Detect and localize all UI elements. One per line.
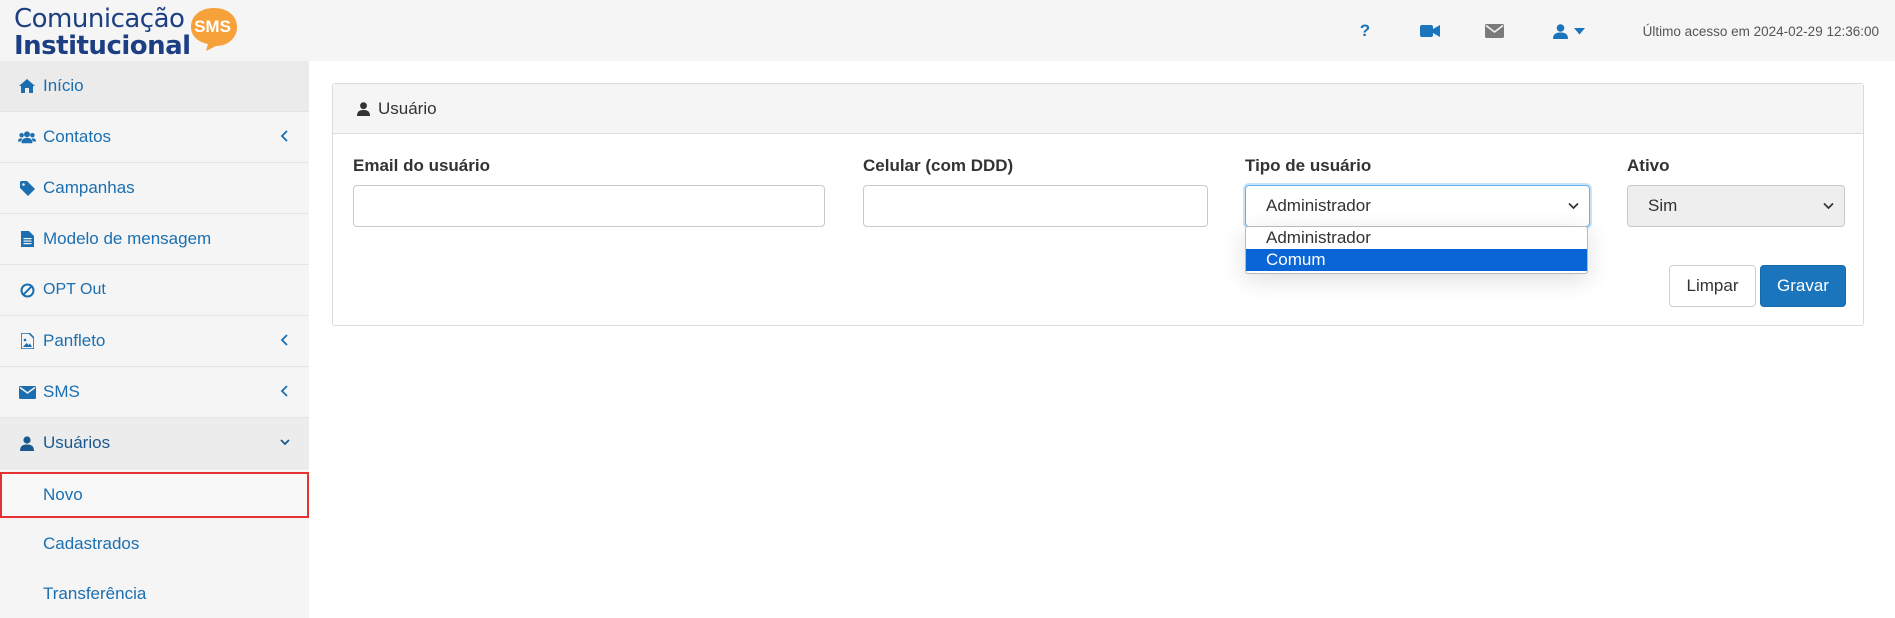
- sidebar-subitem-transferencia[interactable]: Transferência: [0, 571, 309, 617]
- sidebar-item-inicio[interactable]: Início: [0, 61, 309, 112]
- active-label: Ativo: [1627, 156, 1670, 175]
- users-icon: [18, 128, 36, 146]
- save-button[interactable]: Gravar: [1760, 265, 1846, 307]
- panel-title: Usuário: [378, 98, 437, 118]
- sidebar-item-modelo-de-mensagem[interactable]: Modelo de mensagem: [0, 214, 309, 265]
- file-text-icon: [18, 230, 36, 248]
- active-select[interactable]: Sim: [1627, 185, 1845, 227]
- phone-field[interactable]: [863, 185, 1208, 227]
- user-type-value: Administrador: [1266, 196, 1371, 215]
- video-button[interactable]: [1419, 20, 1441, 42]
- envelope-icon: [1484, 24, 1504, 38]
- ban-icon: [18, 281, 36, 299]
- chevron-left-icon: [280, 130, 288, 142]
- sidebar-item-usuarios[interactable]: Usuários: [0, 418, 309, 469]
- user-icon: [357, 101, 370, 116]
- user-type-option-comum[interactable]: Comum: [1246, 249, 1587, 271]
- sidebar-subitem-cadastrados[interactable]: Cadastrados: [0, 521, 309, 567]
- active-value: Sim: [1648, 196, 1678, 215]
- sidebar-item-label: Modelo de mensagem: [43, 229, 212, 248]
- sidebar-item-panfleto[interactable]: Panfleto: [0, 316, 309, 367]
- user-icon: [18, 434, 36, 452]
- logo-badge-text: SMS: [194, 17, 231, 36]
- sidebar-item-sms[interactable]: SMS: [0, 367, 309, 418]
- panel-header: Usuário: [333, 84, 1863, 134]
- sidebar-item-label: SMS: [43, 382, 80, 401]
- tag-icon: [18, 179, 36, 197]
- sidebar-item-opt-out[interactable]: OPT Out: [0, 265, 309, 316]
- sidebar-item-label: Usuários: [43, 433, 111, 452]
- user-icon: [1553, 23, 1568, 39]
- user-menu-button[interactable]: [1550, 20, 1588, 42]
- logo-text-line1: Comunicação: [14, 4, 185, 34]
- sidebar-subitem-novo[interactable]: Novo: [0, 472, 309, 518]
- chevron-down-icon: [280, 439, 290, 446]
- messages-button[interactable]: [1483, 20, 1505, 42]
- user-type-dropdown: Administrador Comum: [1245, 226, 1588, 274]
- question-icon: ?: [1359, 21, 1371, 40]
- sidebar-item-campanhas[interactable]: Campanhas: [0, 163, 309, 214]
- caret-down-icon: [1574, 27, 1585, 34]
- top-bar: Comunicação Institucional SMS ? Último a…: [0, 0, 1895, 61]
- chevron-left-icon: [280, 334, 288, 346]
- video-camera-icon: [1420, 25, 1440, 37]
- app-logo[interactable]: Comunicação Institucional SMS: [14, 2, 244, 61]
- user-type-option-administrador[interactable]: Administrador: [1246, 227, 1587, 249]
- sidebar-item-label: Panfleto: [43, 331, 106, 350]
- sidebar-item-label: OPT Out: [43, 281, 106, 298]
- last-access-text: Último acesso em 2024-02-29 12:36:00: [1642, 24, 1879, 39]
- phone-label: Celular (com DDD): [863, 156, 1014, 175]
- email-label: Email do usuário: [353, 156, 490, 175]
- sidebar: Início Contatos Campanhas Modelo de mens…: [0, 61, 309, 618]
- envelope-icon: [18, 383, 36, 401]
- image-file-icon: [18, 332, 36, 350]
- user-type-label: Tipo de usuário: [1245, 156, 1372, 175]
- sidebar-item-label: Campanhas: [43, 178, 135, 197]
- chevron-down-icon: [1823, 202, 1834, 210]
- email-field[interactable]: [353, 185, 825, 227]
- sidebar-item-label: Início: [43, 76, 84, 95]
- sidebar-item-contatos[interactable]: Contatos: [0, 112, 309, 163]
- clear-button[interactable]: Limpar: [1669, 265, 1756, 307]
- home-icon: [18, 77, 36, 95]
- chevron-down-icon: [1568, 202, 1579, 210]
- sidebar-item-label: Contatos: [43, 127, 112, 146]
- logo-text-line2: Institucional: [14, 31, 191, 61]
- user-type-select[interactable]: Administrador: [1245, 185, 1590, 227]
- user-form-panel: Usuário Email do usuário Celular (com DD…: [332, 83, 1864, 326]
- chevron-left-icon: [280, 385, 288, 397]
- help-button[interactable]: ?: [1355, 20, 1375, 42]
